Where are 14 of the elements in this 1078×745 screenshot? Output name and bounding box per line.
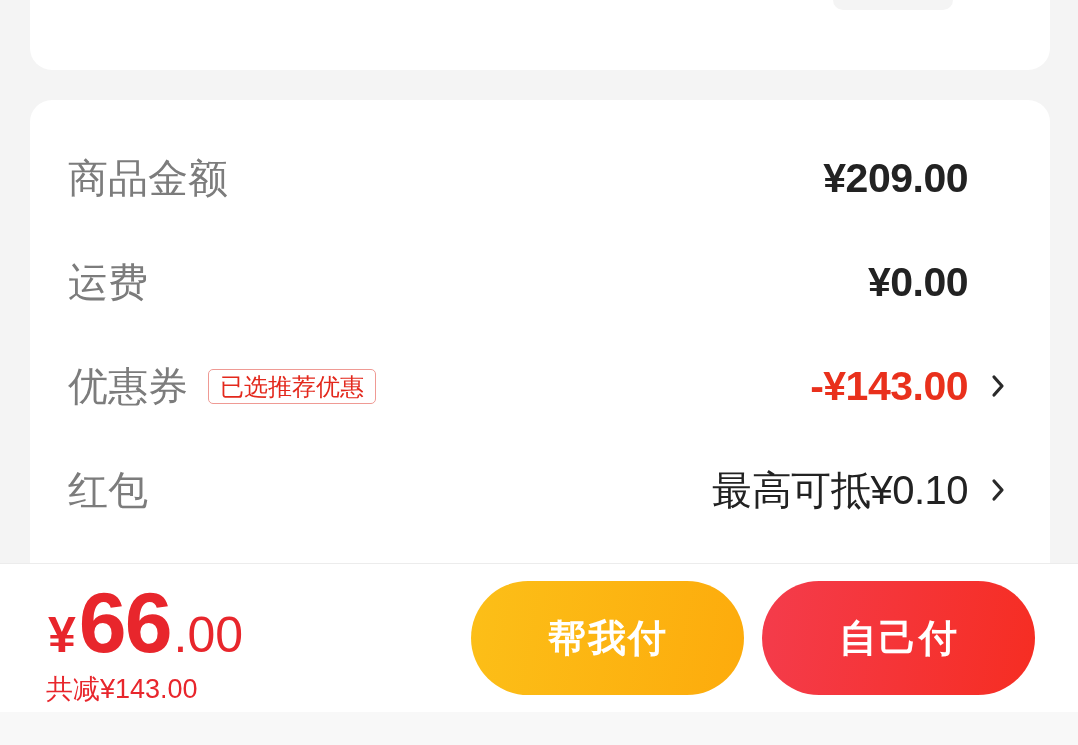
- row-label: 红包: [68, 466, 148, 514]
- row-label: 商品金额: [68, 154, 228, 202]
- savings-text: 共减¥143.00: [46, 673, 198, 706]
- pay-button[interactable]: 自己付: [762, 581, 1035, 695]
- chevron-icon[interactable]: [991, 374, 1005, 398]
- row-value: ¥0.00: [867, 258, 968, 306]
- row-value: -¥143.00: [810, 362, 968, 410]
- row-value: 最高可抵¥0.10: [712, 466, 968, 514]
- row-label: 优惠券: [68, 362, 188, 410]
- row-value: ¥209.00: [823, 154, 968, 202]
- chevron-icon[interactable]: [991, 478, 1005, 502]
- promo-tag: 已选推荐优惠: [208, 368, 376, 404]
- row-label: 运费: [68, 258, 148, 306]
- total-price: ¥66.00: [47, 579, 243, 665]
